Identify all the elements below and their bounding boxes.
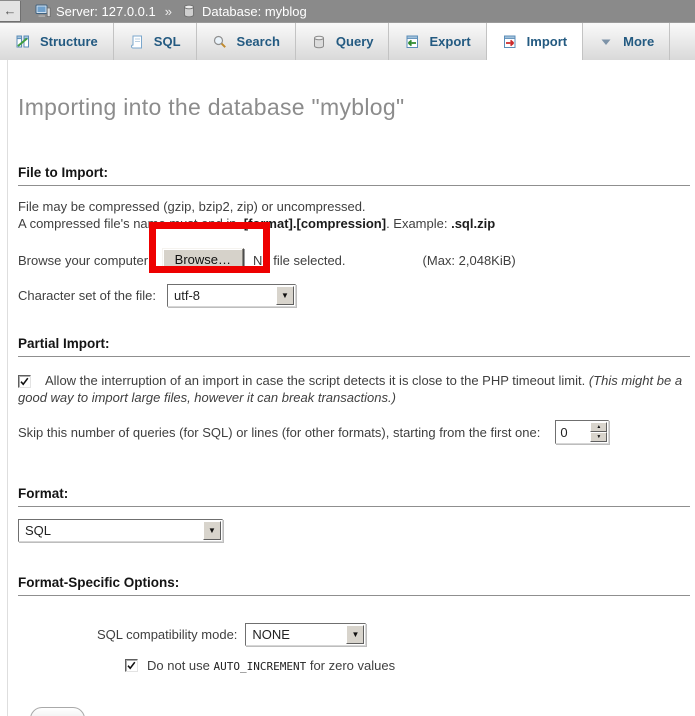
tab-sql[interactable]: SQL bbox=[114, 23, 197, 60]
filename-note-prefix: A compressed file's name must end in bbox=[18, 216, 240, 231]
filename-note-mid: . Example: bbox=[386, 216, 451, 231]
autoinc-row: Do not use AUTO_INCREMENT for zero value… bbox=[125, 656, 690, 674]
tab-export[interactable]: Export bbox=[389, 23, 486, 60]
browse-button[interactable]: Browse… bbox=[162, 248, 244, 272]
go-row: Go bbox=[30, 707, 690, 716]
back-arrow-icon: ← bbox=[4, 3, 17, 18]
content-left-border bbox=[7, 60, 8, 716]
autoinc-label: Do not use AUTO_INCREMENT for zero value… bbox=[147, 658, 395, 673]
section-partial-import: Partial Import: Allow the interruption o… bbox=[18, 336, 690, 445]
charset-label: Character set of the file: bbox=[18, 288, 156, 303]
back-button[interactable]: ← bbox=[0, 1, 21, 22]
filename-pattern: .[format].[compression] bbox=[240, 216, 386, 231]
server-icon bbox=[35, 3, 51, 19]
dropdown-arrow-icon: ▼ bbox=[203, 521, 221, 540]
allow-interrupt-checkbox[interactable] bbox=[18, 375, 31, 388]
checkmark-icon bbox=[19, 376, 30, 387]
tab-label: Query bbox=[336, 34, 374, 49]
breadcrumb: Server: 127.0.0.1 » Database: myblog bbox=[35, 3, 307, 19]
stepper-down-icon[interactable]: ▼ bbox=[590, 432, 607, 442]
search-icon bbox=[212, 34, 228, 50]
autoinc-checkbox[interactable] bbox=[125, 659, 138, 672]
charset-selected-value: utf-8 bbox=[168, 288, 275, 303]
autoinc-label-prefix: Do not use bbox=[147, 658, 214, 673]
section-file-to-import: File to Import: File may be compressed (… bbox=[18, 165, 690, 307]
tab-label: Import bbox=[527, 34, 567, 49]
max-size-text: (Max: 2,048KiB) bbox=[423, 253, 516, 268]
structure-icon bbox=[15, 34, 31, 50]
browse-label: Browse your computer: bbox=[18, 253, 152, 268]
browse-row: Browse your computer: Browse… No file se… bbox=[18, 247, 690, 273]
section-heading: Format-Specific Options: bbox=[18, 575, 690, 596]
sql-compat-label: SQL compatibility mode: bbox=[97, 627, 237, 642]
tab-more[interactable]: More bbox=[583, 23, 670, 60]
go-button[interactable]: Go bbox=[30, 707, 85, 716]
database-icon bbox=[181, 3, 197, 19]
interrupt-option: Allow the interruption of an import in c… bbox=[18, 372, 686, 406]
section-heading: Format: bbox=[18, 486, 690, 507]
skip-queries-stepper: ▲ ▼ bbox=[555, 420, 609, 444]
section-heading: File to Import: bbox=[18, 165, 690, 186]
checkmark-icon bbox=[126, 660, 137, 671]
filename-example: .sql.zip bbox=[451, 216, 495, 231]
tab-label: Search bbox=[237, 34, 280, 49]
tab-label: Structure bbox=[40, 34, 98, 49]
tab-import[interactable]: Import bbox=[487, 23, 583, 60]
sql-icon bbox=[129, 34, 145, 50]
sql-compat-selected-value: NONE bbox=[246, 627, 345, 642]
charset-select[interactable]: utf-8 ▼ bbox=[167, 284, 296, 307]
no-file-selected-text: No file selected. bbox=[253, 253, 346, 268]
phpmyadmin-import-page: ← Server: 127.0.0.1 » Database: myblog bbox=[0, 0, 695, 716]
dropdown-arrow-icon: ▼ bbox=[276, 286, 294, 305]
compression-note: File may be compressed (gzip, bzip2, zip… bbox=[18, 198, 690, 232]
breadcrumb-separator: » bbox=[165, 4, 172, 19]
query-icon bbox=[311, 34, 327, 50]
tab-label: More bbox=[623, 34, 654, 49]
sql-compat-select[interactable]: NONE ▼ bbox=[245, 623, 366, 646]
chevron-down-icon bbox=[598, 34, 614, 50]
stepper-up-icon[interactable]: ▲ bbox=[590, 422, 607, 432]
breadcrumb-server[interactable]: Server: 127.0.0.1 bbox=[56, 4, 156, 19]
autoinc-code: AUTO_INCREMENT bbox=[214, 660, 307, 673]
tab-label: Export bbox=[429, 34, 470, 49]
section-format: Format: SQL ▼ bbox=[18, 486, 690, 542]
main-content: Importing into the database "myblog" Fil… bbox=[0, 94, 695, 716]
section-format-specific: Format-Specific Options: SQL compatibili… bbox=[18, 575, 690, 674]
import-icon bbox=[502, 34, 518, 50]
breadcrumb-bar: ← Server: 127.0.0.1 » Database: myblog bbox=[0, 0, 695, 22]
skip-queries-label: Skip this number of queries (for SQL) or… bbox=[18, 425, 540, 440]
format-selected-value: SQL bbox=[19, 523, 202, 538]
skip-queries-input[interactable] bbox=[556, 421, 589, 443]
autoinc-label-suffix: for zero values bbox=[306, 658, 395, 673]
dropdown-arrow-icon: ▼ bbox=[346, 625, 364, 644]
skip-queries-row: Skip this number of queries (for SQL) or… bbox=[18, 419, 690, 445]
interrupt-text: Allow the interruption of an import in c… bbox=[45, 373, 589, 388]
page-title: Importing into the database "myblog" bbox=[18, 94, 690, 121]
breadcrumb-database[interactable]: Database: myblog bbox=[202, 4, 307, 19]
compression-note-line1: File may be compressed (gzip, bzip2, zip… bbox=[18, 199, 366, 214]
tab-label: SQL bbox=[154, 34, 181, 49]
sql-compat-row: SQL compatibility mode: NONE ▼ bbox=[97, 622, 690, 647]
tab-search[interactable]: Search bbox=[197, 23, 296, 60]
section-heading: Partial Import: bbox=[18, 336, 690, 357]
tab-structure[interactable]: Structure bbox=[0, 23, 114, 60]
format-select[interactable]: SQL ▼ bbox=[18, 519, 223, 542]
tab-bar: Structure SQL Search Query bbox=[0, 22, 695, 60]
export-icon bbox=[404, 34, 420, 50]
stepper-buttons: ▲ ▼ bbox=[590, 422, 607, 442]
charset-row: Character set of the file: utf-8 ▼ bbox=[18, 283, 690, 307]
tab-query[interactable]: Query bbox=[296, 23, 390, 60]
